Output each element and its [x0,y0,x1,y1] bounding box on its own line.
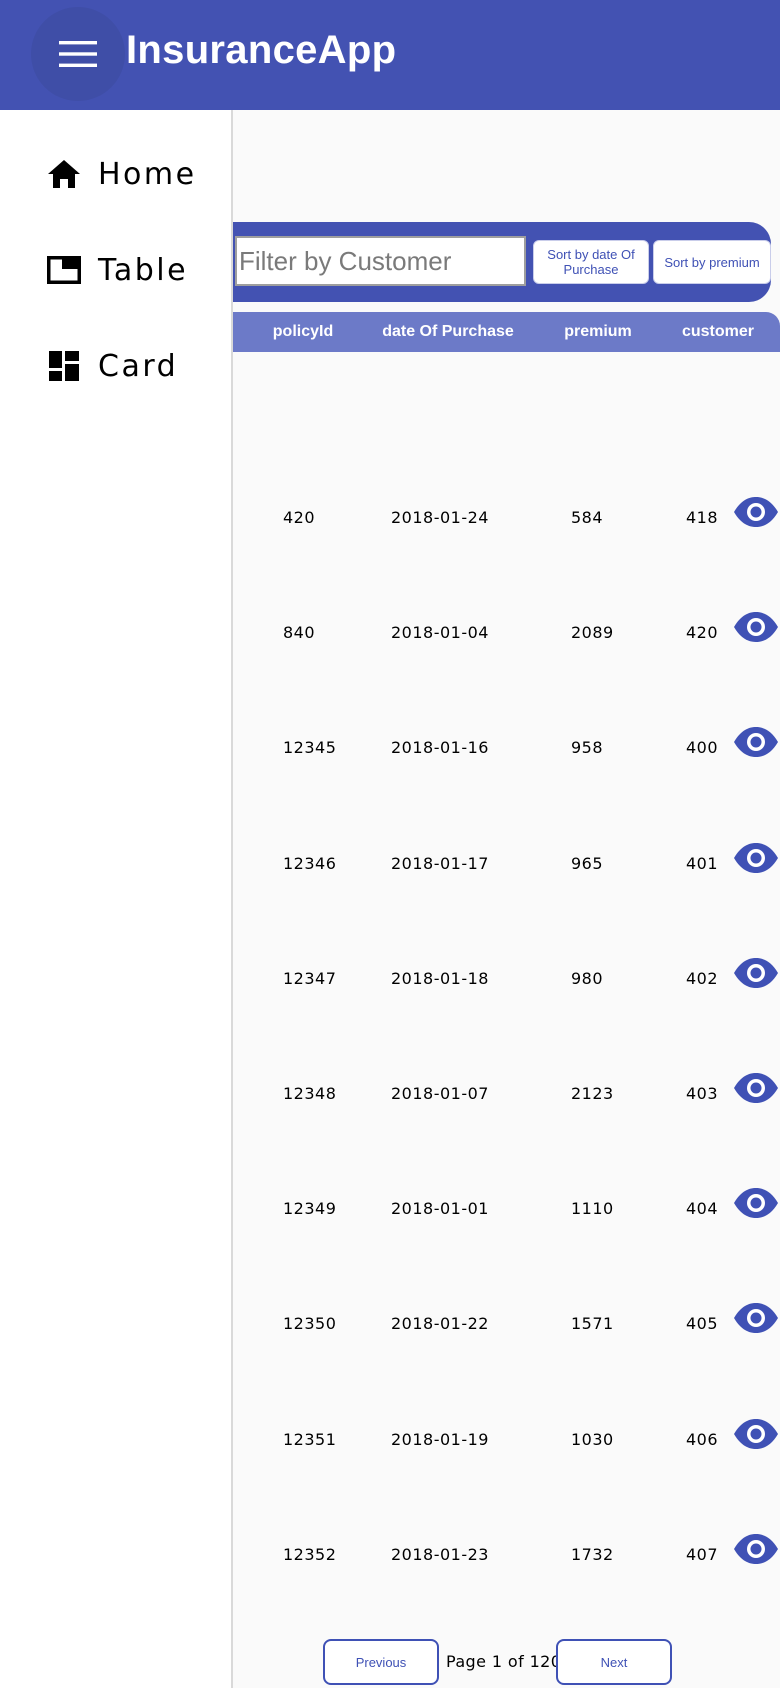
cell-customer: 407 [686,1544,719,1564]
main-content: Sort by date Of Purchase Sort by premium… [233,110,780,1688]
view-details-button[interactable] [733,838,779,878]
sort-by-premium-button[interactable]: Sort by premium [653,240,771,284]
table-window-icon [46,252,82,288]
cell-date-of-purchase: 2018-01-01 [391,1199,489,1219]
sidebar-item-table[interactable]: Table [0,230,231,310]
eye-icon [734,1418,778,1449]
cell-policyid: 12351 [283,1429,337,1449]
table-header: policyId date Of Purchase premium custom… [233,312,780,352]
eye-icon [734,1303,778,1334]
table-row: 12350 2018-01-22 1571 405 [233,1303,780,1429]
table-row: 12352 2018-01-23 1732 407 [233,1533,780,1660]
cell-premium: 1732 [571,1544,614,1564]
eye-icon [734,842,778,873]
table-row: 12346 2018-01-17 965 401 [233,842,780,969]
cell-premium: 1110 [571,1199,614,1219]
view-details-button[interactable] [733,1414,779,1454]
column-header-customer: customer [681,323,755,340]
next-page-button[interactable]: Next [556,1639,672,1685]
page-indicator: Page 1 of 120 [446,1652,562,1671]
table-row: 420 2018-01-24 584 418 [233,497,780,623]
table-row: 12345 2018-01-16 958 400 [233,727,780,853]
sidebar-item-card[interactable]: Card [0,326,231,406]
eye-icon [734,957,778,988]
cell-policyid: 420 [283,508,316,527]
eye-icon [734,497,778,527]
eye-icon [734,1073,778,1103]
cell-premium: 965 [571,853,604,873]
cell-policyid: 12349 [283,1199,337,1219]
view-details-button[interactable] [733,1183,779,1223]
view-details-button[interactable] [733,1068,779,1108]
hamburger-menu-icon [59,41,97,67]
eye-icon [734,1533,778,1564]
cell-premium: 584 [571,508,604,527]
cell-customer: 400 [686,738,719,758]
column-header-policyid: policyId [272,323,334,340]
cell-date-of-purchase: 2018-01-18 [391,968,489,988]
home-icon [46,156,82,192]
cell-customer: 406 [686,1429,719,1449]
cell-premium: 1030 [571,1429,614,1449]
eye-icon [734,727,778,758]
cell-date-of-purchase: 2018-01-24 [391,508,489,527]
cell-premium: 2089 [571,623,614,643]
view-details-button[interactable] [733,953,779,993]
cell-customer: 401 [686,853,719,873]
sidebar-item-label: Home [98,156,197,192]
cell-customer: 418 [686,508,719,527]
cell-policyid: 12345 [283,738,337,758]
sort-by-date-button[interactable]: Sort by date Of Purchase [533,240,649,284]
sidebar: Home Table Card [0,110,233,1688]
sidebar-item-label: Card [98,348,179,384]
customer-filter-input[interactable] [235,236,526,286]
cell-policyid: 12348 [283,1084,337,1103]
cell-customer: 403 [686,1084,719,1103]
cell-customer: 420 [686,623,719,643]
dashboard-card-icon [46,348,82,384]
sidebar-item-label: Table [98,252,189,288]
cell-policyid: 12352 [283,1544,337,1564]
eye-icon [734,1188,778,1219]
cell-date-of-purchase: 2018-01-16 [391,738,489,758]
view-details-button[interactable] [733,607,779,647]
cell-policyid: 12347 [283,968,337,988]
table-row: 840 2018-01-04 2089 420 [233,612,780,738]
menu-button[interactable] [31,7,125,101]
table-row: 12348 2018-01-07 2123 403 [233,1073,780,1199]
cell-customer: 405 [686,1314,719,1334]
cell-customer: 402 [686,968,719,988]
view-details-button[interactable] [733,722,779,762]
cell-premium: 958 [571,738,604,758]
table-row: 12347 2018-01-18 980 402 [233,957,780,1084]
cell-date-of-purchase: 2018-01-19 [391,1429,489,1449]
eye-icon [734,612,778,643]
previous-page-button[interactable]: Previous [323,1639,439,1685]
cell-date-of-purchase: 2018-01-22 [391,1314,489,1334]
sidebar-item-home[interactable]: Home [0,134,231,214]
cell-customer: 404 [686,1199,719,1219]
cell-premium: 1571 [571,1314,614,1334]
cell-premium: 2123 [571,1084,614,1103]
cell-date-of-purchase: 2018-01-04 [391,623,489,643]
table-row: 12349 2018-01-01 1110 404 [233,1188,780,1314]
table-row: 12351 2018-01-19 1030 406 [233,1418,780,1545]
cell-policyid: 12350 [283,1314,337,1334]
view-details-button[interactable] [733,1529,779,1569]
view-details-button[interactable] [733,492,779,532]
cell-date-of-purchase: 2018-01-23 [391,1544,489,1564]
column-header-date-of-purchase: date Of Purchase [382,323,514,340]
cell-premium: 980 [571,968,604,988]
column-header-premium: premium [564,323,632,340]
app-title: InsuranceApp [126,28,397,72]
view-details-button[interactable] [733,1298,779,1338]
cell-date-of-purchase: 2018-01-17 [391,853,489,873]
cell-policyid: 12346 [283,853,337,873]
app-bar: InsuranceApp [0,0,780,110]
cell-policyid: 840 [283,623,316,643]
cell-date-of-purchase: 2018-01-07 [391,1084,489,1103]
